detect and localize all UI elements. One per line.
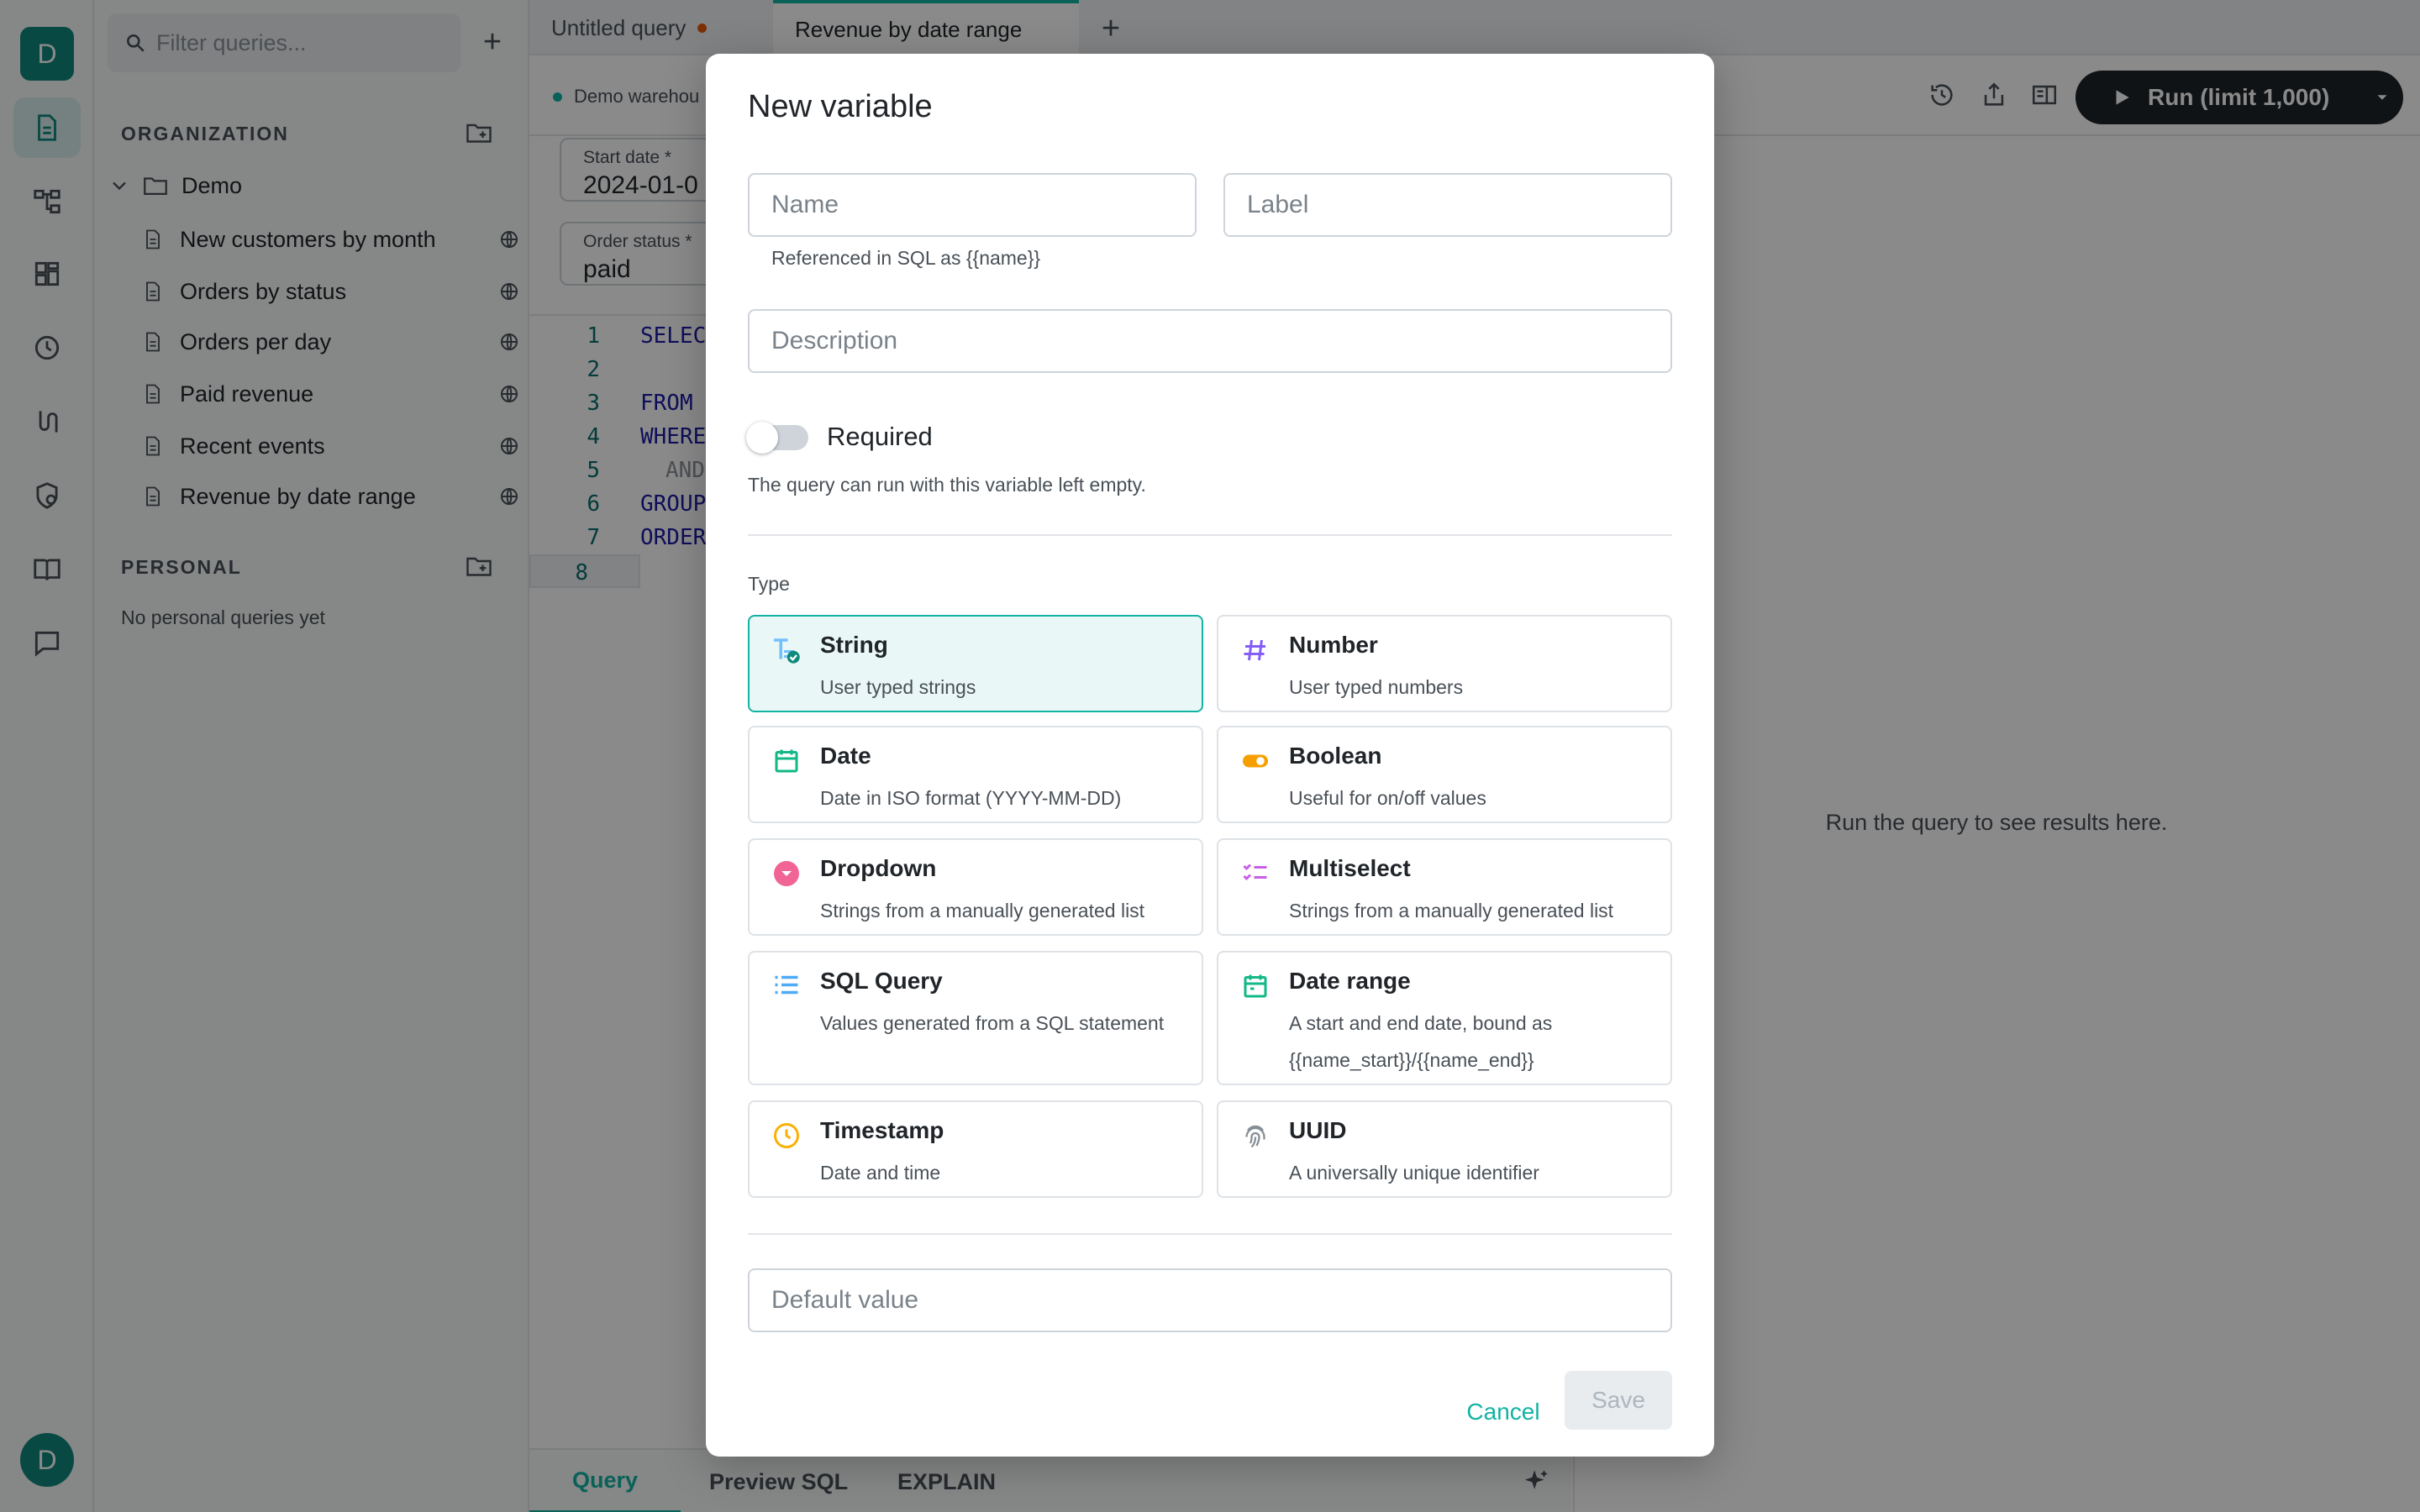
- required-hint: The query can run with this variable lef…: [748, 474, 1146, 496]
- name-hint: Referenced in SQL as {{name}}: [771, 247, 1041, 269]
- type-card-title: Date range: [1289, 968, 1411, 994]
- type-card-title: Timestamp: [820, 1117, 944, 1143]
- type-card-uuid[interactable]: UUID A universally unique identifier: [1217, 1100, 1672, 1198]
- type-card-boolean[interactable]: Boolean Useful for on/off values: [1217, 726, 1672, 823]
- new-variable-dialog: New variable Name Label Referenced in SQ…: [706, 54, 1714, 1457]
- type-card-title: Date: [820, 743, 871, 769]
- calendar-range-icon: [1240, 971, 1270, 1001]
- checklist-icon: [1240, 858, 1270, 889]
- save-button[interactable]: Save: [1565, 1371, 1672, 1430]
- list-icon: [771, 971, 802, 1001]
- label-placeholder: Label: [1247, 191, 1309, 218]
- type-card-title: String: [820, 632, 888, 658]
- type-card-sql-query[interactable]: SQL Query Values generated from a SQL sta…: [748, 951, 1203, 1085]
- fingerprint-icon: [1240, 1121, 1270, 1151]
- type-card-description: A universally unique identifier: [1289, 1162, 1539, 1184]
- description-placeholder: Description: [771, 327, 898, 354]
- clock-icon: [771, 1121, 802, 1151]
- type-card-title: Multiselect: [1289, 855, 1411, 881]
- type-card-date[interactable]: Date Date in ISO format (YYYY-MM-DD): [748, 726, 1203, 823]
- type-card-description: A start and end date, bound as {{name_st…: [1289, 1012, 1553, 1071]
- string-type-icon: [771, 635, 802, 665]
- default-value-placeholder: Default value: [771, 1286, 919, 1314]
- type-card-string[interactable]: String User typed strings: [748, 615, 1203, 712]
- type-card-title: Dropdown: [820, 855, 937, 881]
- required-toggle[interactable]: [746, 422, 808, 454]
- dropdown-icon: [771, 858, 802, 889]
- type-card-title: Number: [1289, 632, 1378, 658]
- type-card-description: Useful for on/off values: [1289, 787, 1486, 809]
- hash-icon: [1240, 635, 1270, 665]
- type-card-number[interactable]: Number User typed numbers: [1217, 615, 1672, 712]
- name-placeholder: Name: [771, 191, 839, 218]
- type-card-description: Date and time: [820, 1162, 941, 1184]
- divider: [748, 534, 1672, 536]
- type-card-description: User typed numbers: [1289, 676, 1464, 698]
- name-input[interactable]: Name: [748, 173, 1197, 237]
- type-label: Type: [748, 573, 790, 595]
- type-card-dropdown[interactable]: Dropdown Strings from a manually generate…: [748, 838, 1203, 936]
- type-card-description: User typed strings: [820, 676, 976, 698]
- type-card-description: Strings from a manually generated list: [820, 900, 1145, 921]
- dialog-title: New variable: [748, 89, 933, 124]
- label-input[interactable]: Label: [1223, 173, 1672, 237]
- type-card-title: UUID: [1289, 1117, 1347, 1143]
- divider: [748, 1233, 1672, 1235]
- type-card-multiselect[interactable]: Multiselect Strings from a manually gener…: [1217, 838, 1672, 936]
- type-card-description: Strings from a manually generated list: [1289, 900, 1614, 921]
- type-card-date-range[interactable]: Date range A start and end date, bound as…: [1217, 951, 1672, 1085]
- calendar-icon: [771, 746, 802, 776]
- cancel-button[interactable]: Cancel: [1445, 1384, 1561, 1440]
- type-card-description: Values generated from a SQL statement: [820, 1012, 1165, 1034]
- type-card-description: Date in ISO format (YYYY-MM-DD): [820, 787, 1122, 809]
- description-input[interactable]: Description: [748, 309, 1672, 373]
- toggle-icon: [1240, 746, 1270, 776]
- type-card-title: SQL Query: [820, 968, 943, 994]
- type-card-title: Boolean: [1289, 743, 1382, 769]
- default-value-input[interactable]: Default value: [748, 1268, 1672, 1332]
- required-label: Required: [827, 422, 933, 451]
- toggle-knob: [746, 422, 778, 454]
- type-card-timestamp[interactable]: Timestamp Date and time: [748, 1100, 1203, 1198]
